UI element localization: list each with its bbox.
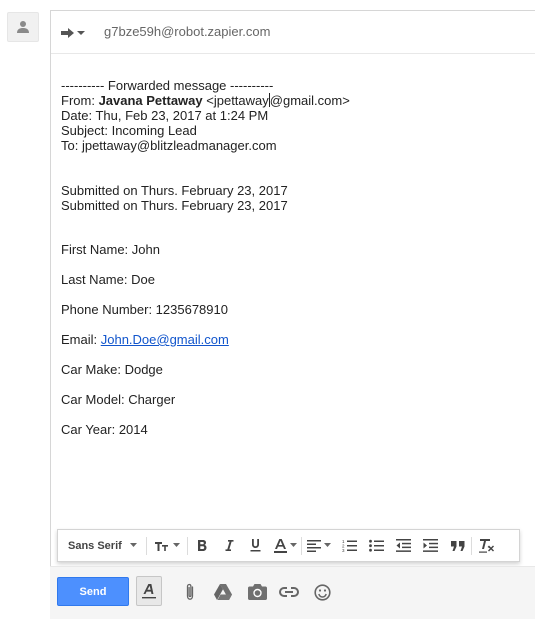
font-size-dropdown[interactable] (147, 530, 187, 562)
to-line: To: jpettaway@blitzleadmanager.com (61, 138, 277, 153)
sender-email-start: <jpettaway (202, 93, 269, 108)
reply-type-dropdown[interactable] (61, 25, 89, 41)
chevron-down-icon (289, 543, 297, 547)
first-name-line: First Name: John (61, 242, 160, 257)
recipients-row: g7bze59h@robot.zapier.com (51, 11, 535, 54)
message-body[interactable]: ---------- Forwarded message ---------- … (61, 78, 526, 437)
link-icon (279, 587, 299, 597)
font-family-label: Sans Serif (68, 539, 122, 552)
bulleted-list-icon (369, 539, 384, 552)
sender-name: Javana Pettaway (98, 93, 203, 108)
sender-email-end: @gmail.com> (269, 93, 350, 108)
italic-button[interactable] (215, 530, 242, 562)
text-color-icon (273, 538, 287, 553)
font-family-dropdown[interactable]: Sans Serif (58, 530, 146, 562)
chevron-down-icon (173, 543, 180, 547)
italic-icon (225, 540, 233, 551)
align-dropdown[interactable] (302, 530, 336, 562)
drive-icon (214, 584, 232, 600)
insert-drive-file-button[interactable] (209, 578, 237, 606)
insert-link-button[interactable] (275, 578, 303, 606)
quote-icon (450, 540, 464, 551)
attach-icon (186, 583, 194, 600)
formatting-options-button[interactable] (136, 576, 162, 606)
formatting-options-icon (142, 584, 156, 599)
font-size-icon (155, 541, 168, 551)
avatar (7, 12, 39, 42)
car-year-line: Car Year: 2014 (61, 422, 148, 437)
indent-less-icon (396, 539, 411, 552)
text-color-dropdown[interactable] (269, 530, 301, 562)
align-icon (307, 539, 321, 552)
underline-button[interactable] (242, 530, 269, 562)
chevron-down-icon (77, 31, 85, 35)
indent-more-button[interactable] (417, 530, 444, 562)
attach-button[interactable] (176, 578, 204, 606)
remove-formatting-button[interactable] (472, 530, 500, 562)
date-line: Date: Thu, Feb 23, 2017 at 1:24 PM (61, 108, 269, 123)
bold-icon (197, 540, 206, 551)
quote-button[interactable] (444, 530, 471, 562)
phone-line: Phone Number: 1235678910 (61, 302, 228, 317)
bulleted-list-button[interactable] (363, 530, 390, 562)
email-line: Email: John.Doe@gmail.com (61, 332, 526, 347)
email-label: Email: (61, 332, 101, 347)
email-link[interactable]: John.Doe@gmail.com (101, 332, 229, 347)
send-button[interactable]: Send (57, 577, 129, 606)
compose-actions-bar: Send (50, 566, 535, 619)
reply-forward-icon (61, 28, 74, 38)
car-make-line: Car Make: Dodge (61, 362, 163, 377)
subject-line: Subject: Incoming Lead (61, 123, 197, 138)
chevron-down-icon (324, 543, 331, 547)
forward-header: ---------- Forwarded message ---------- (61, 78, 274, 93)
formatting-toolbar: Sans Serif 1 2 3 (57, 529, 520, 562)
numbered-list-icon: 1 2 3 (342, 539, 357, 552)
chevron-down-icon (129, 543, 137, 547)
insert-emoji-button[interactable] (308, 578, 336, 606)
remove-formatting-icon (478, 538, 494, 553)
indent-more-icon (423, 539, 438, 552)
underline-icon (250, 539, 261, 552)
indent-less-button[interactable] (390, 530, 417, 562)
svg-text:3: 3 (342, 548, 345, 552)
avatar-icon (17, 21, 29, 33)
recipient-address[interactable]: g7bze59h@robot.zapier.com (104, 24, 270, 39)
from-prefix: From: (61, 93, 99, 108)
insert-photo-button[interactable] (243, 578, 271, 606)
numbered-list-button[interactable]: 1 2 3 (336, 530, 363, 562)
submitted-line: Submitted on Thurs. February 23, 2017 (61, 183, 288, 198)
emoji-icon (313, 583, 331, 601)
last-name-line: Last Name: Doe (61, 272, 155, 287)
bold-button[interactable] (188, 530, 215, 562)
from-line: From: Javana Pettaway <jpettaway@gmail.c… (61, 93, 526, 108)
car-model-line: Car Model: Charger (61, 392, 176, 407)
submitted-line: Submitted on Thurs. February 23, 2017 (61, 198, 288, 213)
compose-window: g7bze59h@robot.zapier.com ---------- For… (50, 10, 535, 619)
photo-icon (247, 584, 267, 600)
